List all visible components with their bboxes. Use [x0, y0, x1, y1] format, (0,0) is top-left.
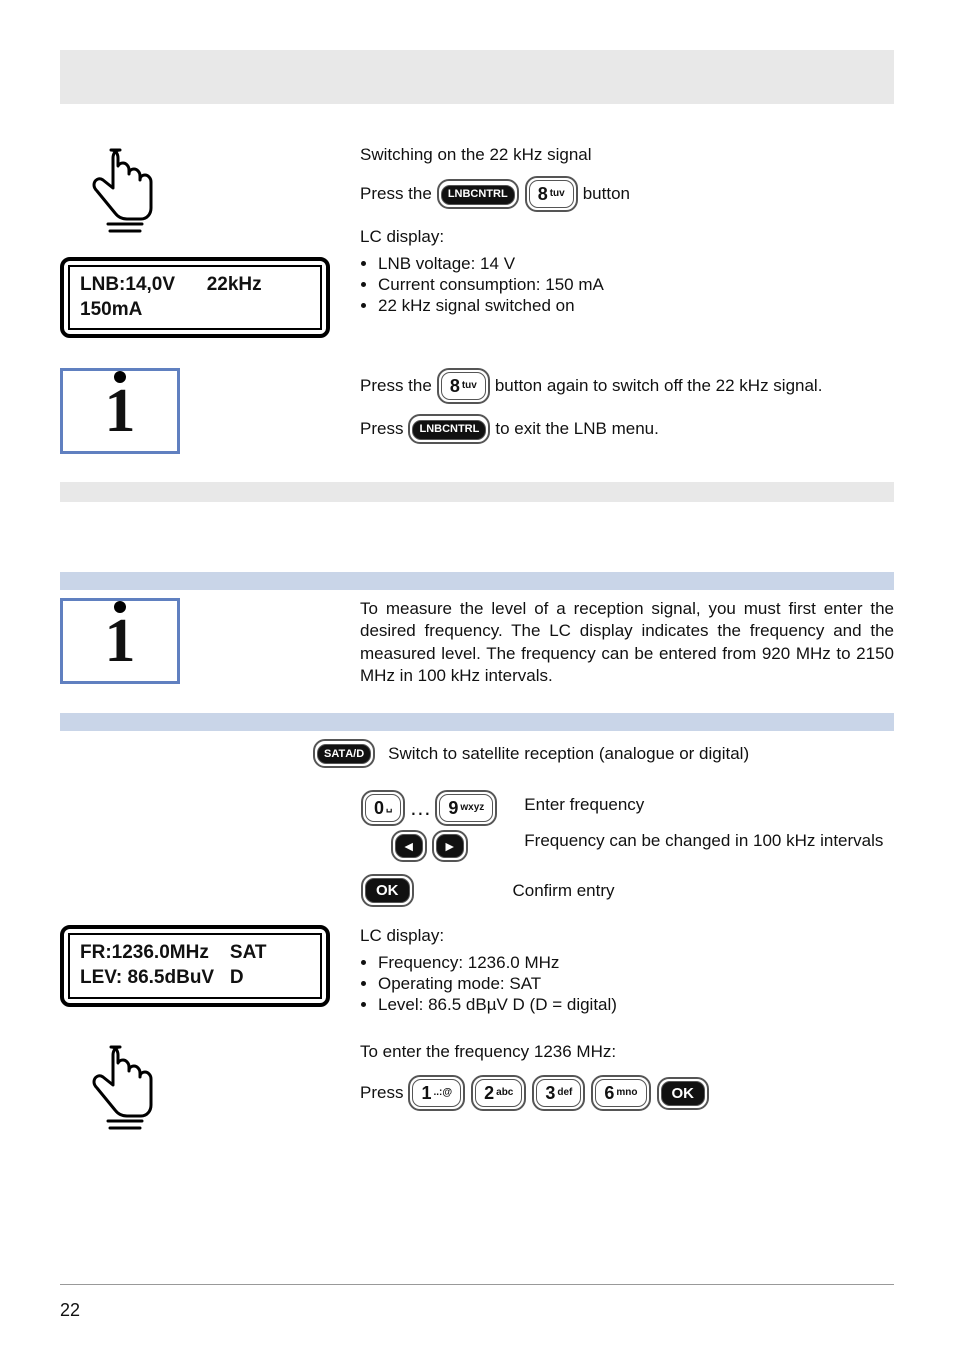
footer-rule	[60, 1284, 894, 1285]
left-arrow-key[interactable]: ◄	[391, 830, 427, 862]
digit-2-key[interactable]: 2abc	[471, 1075, 526, 1111]
lcd-line-1: FR:1236.0MHz SAT	[80, 942, 267, 963]
text: To enter the frequency 1236 MHz:	[360, 1041, 894, 1063]
section-divider	[60, 482, 894, 502]
sat-ad-key[interactable]: SATA/D	[313, 739, 375, 769]
header-bar	[60, 50, 894, 104]
text: Press	[360, 419, 403, 439]
right-arrow-key[interactable]: ►	[432, 830, 468, 862]
lc-display-label: LC display:	[360, 925, 894, 947]
button-word: button	[583, 184, 630, 204]
lcd-line-2: 150mA	[80, 299, 142, 320]
press-text: Press	[360, 1083, 403, 1103]
digit-6-key[interactable]: 6mno	[591, 1075, 650, 1111]
digit-1-key[interactable]: 1..:@	[408, 1075, 465, 1111]
list-item: LNB voltage: 14 V	[378, 254, 894, 274]
pointing-hand-icon	[90, 144, 330, 239]
lcd-display: FR:1236.0MHz SAT LEV: 86.5dBuV D	[60, 925, 330, 1006]
lc-display-label: LC display:	[360, 226, 894, 248]
ok-key[interactable]: OK	[361, 874, 414, 907]
lcd-display: LNB:14,0V 22kHz 150mA	[60, 257, 330, 338]
digit-3-key[interactable]: 3def	[532, 1075, 585, 1111]
press-text: Press the	[360, 184, 432, 204]
list-item: Current consumption: 150 mA	[378, 275, 894, 295]
lnb-cntrl-key[interactable]: LNBCNTRL	[437, 179, 519, 209]
lc-display-list: LNB voltage: 14 V Current consumption: 1…	[360, 254, 894, 316]
list-item: Level: 86.5 dBµV D (D = digital)	[378, 995, 894, 1015]
text: Press the	[360, 376, 432, 396]
text: to exit the LNB menu.	[495, 419, 658, 439]
info-paragraph: To measure the level of a reception sign…	[360, 598, 894, 686]
subsection-divider	[60, 572, 894, 590]
lc-display-list: Frequency: 1236.0 MHz Operating mode: SA…	[360, 953, 894, 1015]
pointing-hand-icon	[90, 1041, 330, 1136]
lcd-line-2: LEV: 86.5dBuV D	[80, 967, 244, 988]
lcd-line-1: LNB:14,0V 22kHz	[80, 274, 262, 295]
info-icon: 1	[60, 368, 180, 454]
text: Confirm entry	[513, 881, 615, 901]
ellipsis-icon: …	[409, 795, 431, 821]
lnb-cntrl-key[interactable]: LNBCNTRL	[408, 414, 490, 444]
digit-0-key[interactable]: 0␣	[361, 790, 405, 826]
list-item: Frequency: 1236.0 MHz	[378, 953, 894, 973]
digit-8-key[interactable]: 8tuv	[437, 368, 490, 404]
ok-key[interactable]: OK	[657, 1077, 710, 1110]
text: button again to switch off the 22 kHz si…	[495, 376, 823, 396]
list-item: 22 kHz signal switched on	[378, 296, 894, 316]
page-number: 22	[60, 1300, 80, 1321]
digit-9-key[interactable]: 9wxyz	[435, 790, 497, 826]
info-icon: 1	[60, 598, 180, 684]
text: Enter frequency	[524, 794, 894, 816]
list-item: Operating mode: SAT	[378, 974, 894, 994]
digit-8-key[interactable]: 8tuv	[525, 176, 578, 212]
text: Switch to satellite reception (analogue …	[388, 744, 749, 764]
text: Frequency can be changed in 100 kHz inte…	[524, 830, 894, 852]
section-title: Switching on the 22 kHz signal	[360, 144, 894, 166]
subsection-divider	[60, 713, 894, 731]
